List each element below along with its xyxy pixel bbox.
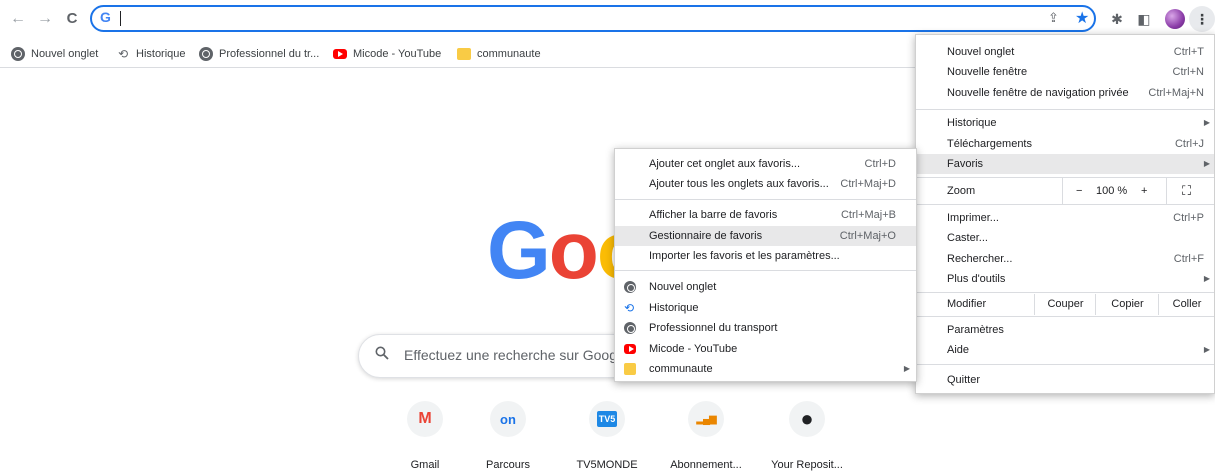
extensions-icon[interactable]: ✱ [1107,9,1127,29]
browser-toolbar: ← → C G ⇪ ★ ✱ ◧ ⋮ [0,0,1215,38]
address-bar[interactable]: G ⇪ ★ [90,5,1096,32]
menu-incognito[interactable]: Nouvelle fenêtre de navigation privée Ctr… [916,83,1214,103]
shortcut-abonnement[interactable]: ▂▄▆ Abonnement... [661,401,751,473]
globe-icon [624,322,636,334]
submenu-item-nouvel-onglet[interactable]: Nouvel onglet [615,277,916,297]
menu-quit[interactable]: Quitter [916,370,1214,390]
github-icon: ● [789,401,825,437]
globe-icon [624,281,636,293]
globe-icon [199,47,213,61]
menu-more-tools[interactable]: Plus d'outils ▶ [916,269,1214,289]
menu-zoom-row: Zoom − 100 % + ⛶ [916,178,1214,204]
history-icon: ⟲ [624,301,635,315]
submenu-arrow-icon: ▶ [1203,118,1210,127]
globe-icon [11,47,25,61]
youtube-icon [333,49,347,59]
bookmark-historique[interactable]: ⟲ Historique [116,46,186,62]
shortcut-label: Gmail [410,459,440,471]
submenu-arrow-icon: ▶ [1203,345,1210,354]
cut-button[interactable]: Couper [1034,294,1096,315]
forward-icon[interactable]: → [35,9,55,29]
side-panel-icon[interactable]: ◧ [1134,9,1154,29]
menu-downloads[interactable]: Téléchargements Ctrl+J [916,134,1214,154]
submenu-arrow-icon: ▶ [1203,159,1210,168]
paste-button[interactable]: Coller [1158,294,1215,315]
menu-new-tab[interactable]: Nouvel onglet Ctrl+T [916,42,1214,62]
search-icon [375,346,389,364]
menu-favorites[interactable]: Favoris ▶ [916,154,1214,174]
menu-new-window[interactable]: Nouvelle fenêtre Ctrl+N [916,62,1214,82]
copy-button[interactable]: Copier [1095,294,1159,315]
shortcut-tv5monde[interactable]: TV5 TV5MONDE [562,401,652,473]
shortcut-your-repository[interactable]: ● Your Reposit... [762,401,852,473]
submenu-item-communaute[interactable]: communaute ▶ [615,359,916,379]
profile-avatar[interactable] [1165,9,1185,29]
bookmark-label: Nouvel onglet [31,48,99,60]
shortcut-label: Parcours [485,459,531,471]
shortcut-label: Abonnement... [670,459,742,471]
fullscreen-icon[interactable]: ⛶ [1182,181,1191,201]
chrome-main-menu: Nouvel onglet Ctrl+T Nouvelle fenêtre Ctrl… [915,34,1215,394]
folder-icon [457,48,471,60]
history-icon: ⟲ [117,47,129,61]
bookmark-label: Professionnel du tr... [219,48,320,60]
submenu-item-professionnel[interactable]: Professionnel du transport [615,318,916,338]
text-caret [120,11,121,26]
submenu-bookmark-manager[interactable]: Gestionnaire de favoris Ctrl+Maj+O [615,226,916,246]
menu-edit-row: Modifier Couper Copier Coller [916,294,1214,315]
shortcut-label: TV5MONDE [576,459,638,471]
zoom-in-button[interactable]: + [1141,181,1147,201]
search-placeholder: Effectuez une recherche sur Goog [404,347,617,363]
zoom-out-button[interactable]: − [1076,181,1082,201]
submenu-bookmark-all[interactable]: Ajouter tous les onglets aux favoris... C… [615,174,916,194]
submenu-arrow-icon: ▶ [903,364,910,373]
bookmark-star-icon[interactable]: ★ [1075,8,1089,28]
folder-icon [624,363,636,375]
bookmark-label: Micode - YouTube [353,48,442,60]
submenu-item-historique[interactable]: ⟲ Historique [615,298,916,318]
menu-history[interactable]: Historique ▶ [916,113,1214,133]
menu-print[interactable]: Imprimer... Ctrl+P [916,208,1214,228]
share-icon[interactable]: ⇪ [1048,10,1064,26]
deezer-icon: ▂▄▆ [688,401,724,437]
submenu-show-bar[interactable]: Afficher la barre de favoris Ctrl+Maj+B [615,205,916,225]
bookmark-communaute[interactable]: communaute [457,46,541,62]
tv5monde-icon: TV5 [589,401,625,437]
parcours-icon: on [490,401,526,437]
zoom-level: 100 % [1096,185,1128,197]
menu-find[interactable]: Rechercher... Ctrl+F [916,249,1214,269]
bookmark-professionnel[interactable]: Professionnel du tr... [199,46,319,62]
shortcut-label: Your Reposit... [771,459,843,471]
submenu-import[interactable]: Importer les favoris et les paramètres..… [615,246,916,266]
shortcut-parcours[interactable]: on Parcours [463,401,553,473]
submenu-arrow-icon: ▶ [1203,274,1210,283]
submenu-bookmark-tab[interactable]: Ajouter cet onglet aux favoris... Ctrl+D [615,154,916,174]
back-icon[interactable]: ← [8,9,28,29]
submenu-item-micode[interactable]: Micode - YouTube [615,339,916,359]
reload-icon[interactable]: C [62,9,82,29]
menu-cast[interactable]: Caster... [916,228,1214,248]
chrome-menu-icon[interactable]: ⋮ [1189,6,1215,32]
youtube-icon [624,344,636,354]
bookmark-nouvel-onglet[interactable]: Nouvel onglet [11,46,98,62]
shortcut-gmail[interactable]: M Gmail [380,401,470,473]
gmail-icon: M [407,401,443,437]
menu-help[interactable]: Aide ▶ [916,340,1214,360]
google-g-icon: G [100,9,111,25]
bookmark-micode[interactable]: Micode - YouTube [333,46,441,62]
bookmark-label: communaute [477,48,541,60]
menu-settings[interactable]: Paramètres [916,320,1214,340]
bookmark-label: Historique [136,48,186,60]
favorites-submenu: Ajouter cet onglet aux favoris... Ctrl+D … [614,148,917,382]
